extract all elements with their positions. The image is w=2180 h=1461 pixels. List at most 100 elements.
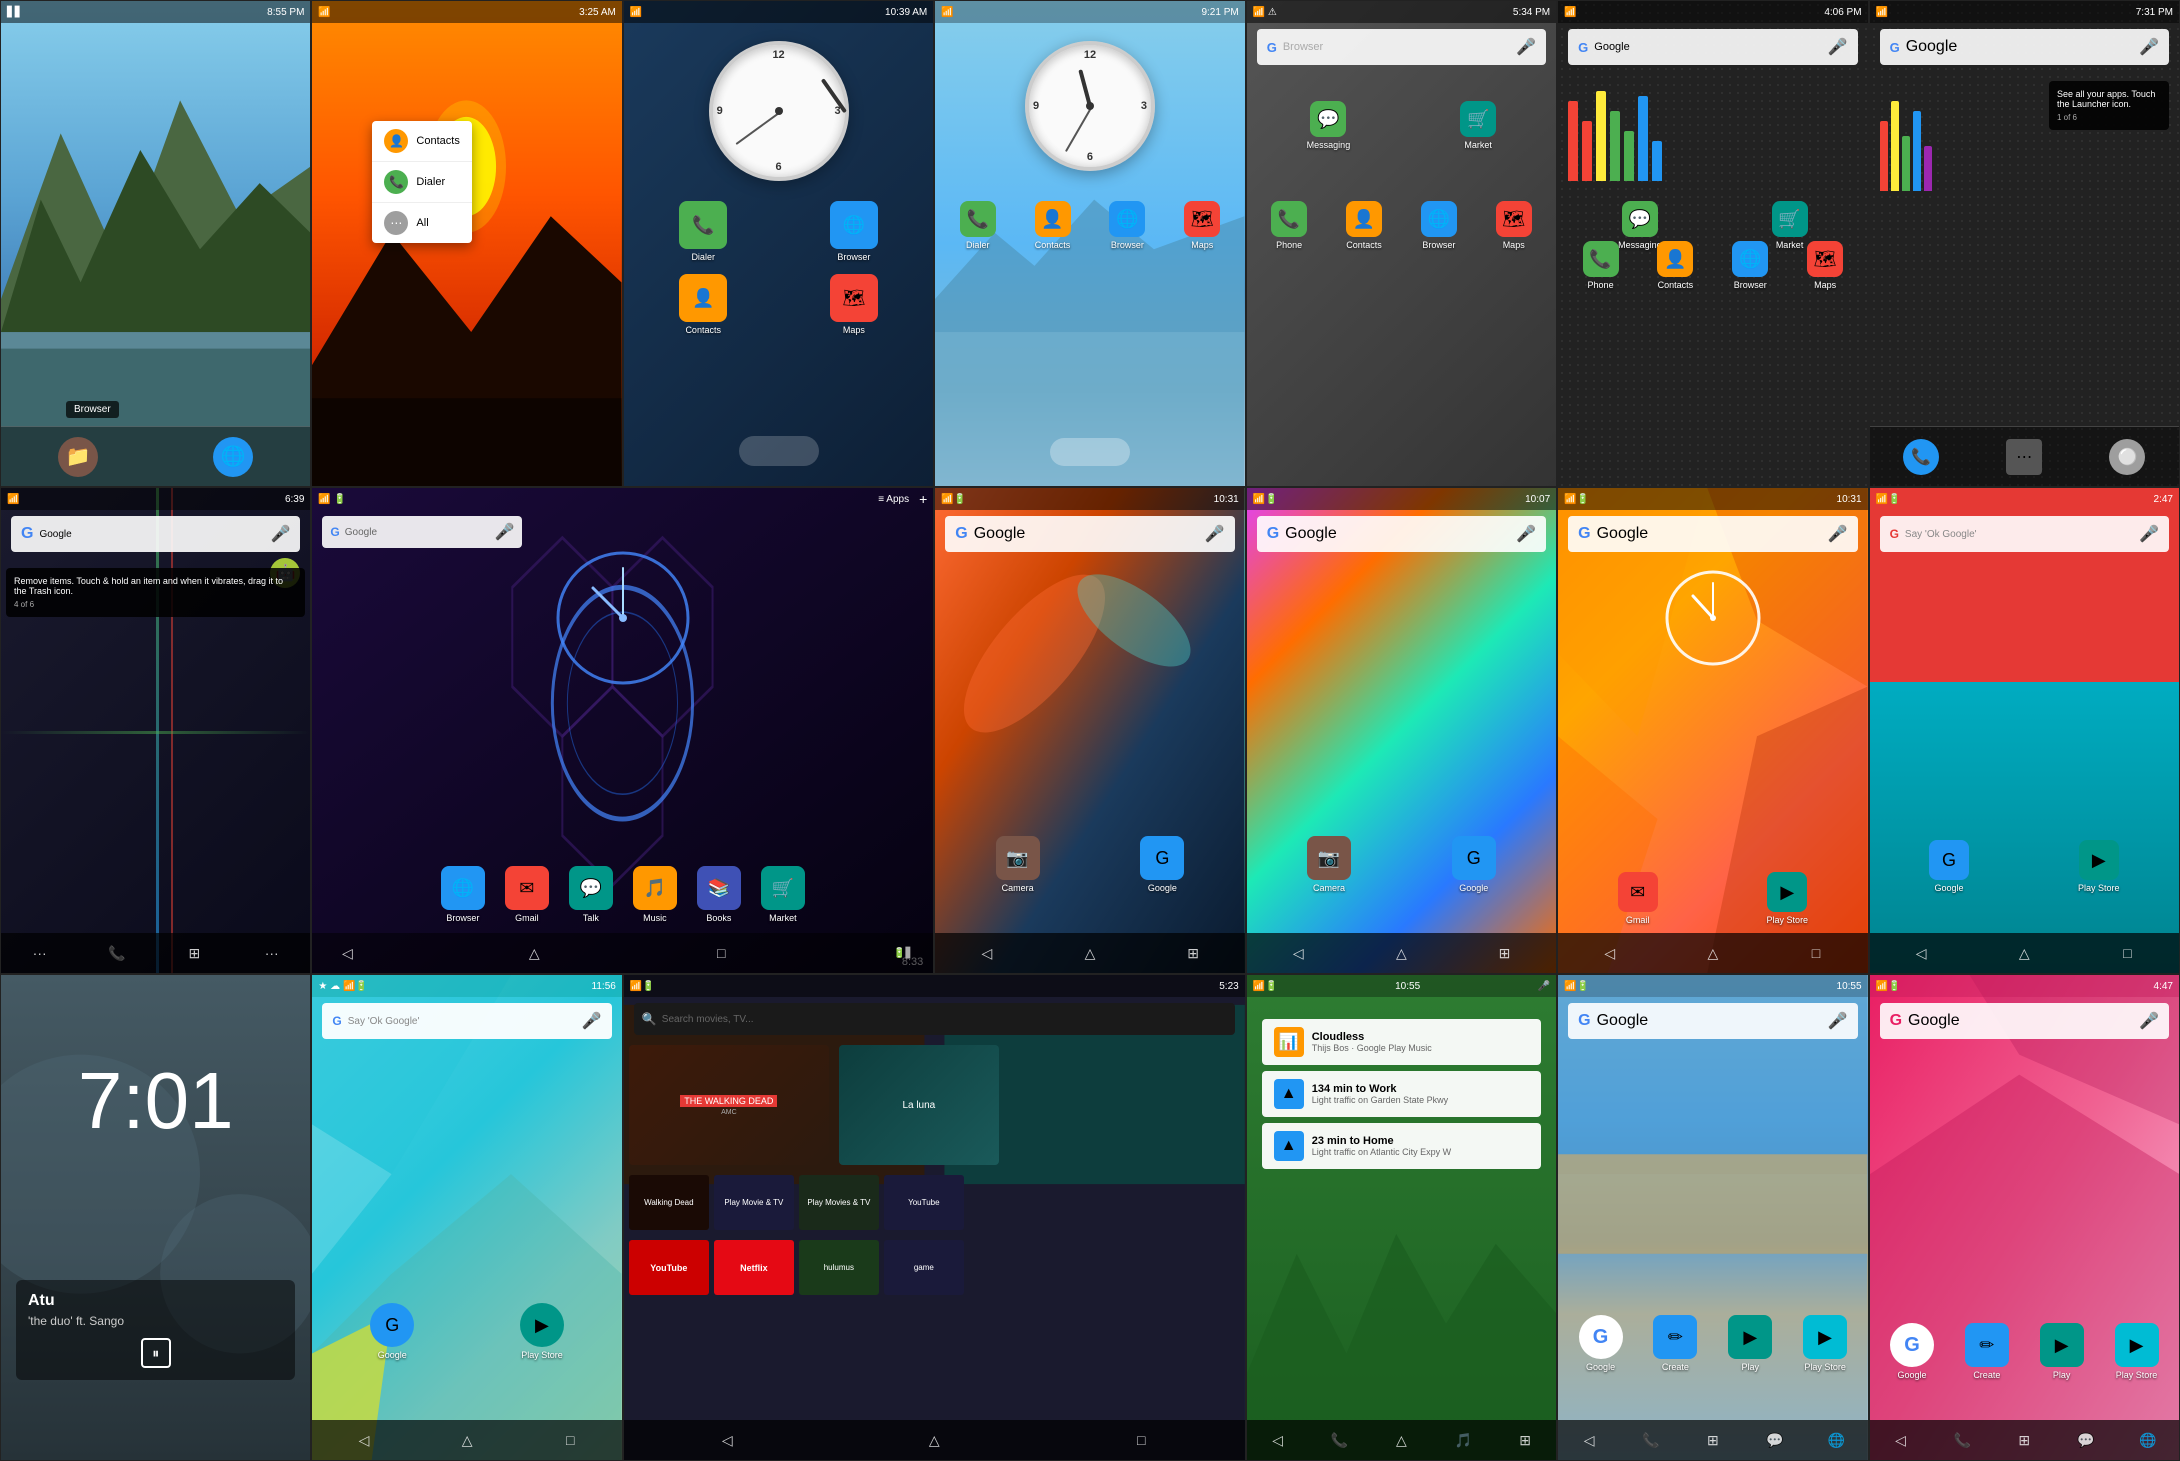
create-s18[interactable]: ✏ Create [1653, 1315, 1697, 1372]
google-s18[interactable]: G Google [1579, 1315, 1623, 1372]
thumb-hulu[interactable]: hulumus [799, 1240, 879, 1295]
menu-all[interactable]: ⋯ All [372, 203, 471, 243]
browser-s4[interactable]: 🌐 Browser [1109, 201, 1145, 250]
pause-btn[interactable]: ⏸ [141, 1338, 171, 1368]
thumb-game[interactable]: game [884, 1240, 964, 1295]
mic-icon-s7[interactable]: 🎤 [2139, 37, 2159, 57]
mic-icon-s6[interactable]: 🎤 [1828, 37, 1848, 57]
maps-s4[interactable]: 🗺 Maps [1184, 201, 1220, 250]
browser-app[interactable]: 🌐 Browser [785, 201, 924, 262]
contacts-s6[interactable]: 👤 Contacts [1657, 241, 1693, 290]
mic-s12[interactable]: 🎤 [1828, 524, 1848, 544]
messaging-s5[interactable]: 💬 Messaging [1307, 101, 1351, 150]
search-bar-s6[interactable]: G Google 🎤 [1568, 29, 1857, 65]
playstore-s13[interactable]: ▶ Play Store [2078, 840, 2120, 893]
contacts-app[interactable]: 👤 Contacts [634, 274, 773, 335]
mic-s11[interactable]: 🎤 [1516, 524, 1536, 544]
google-s11[interactable]: G Google [1452, 836, 1496, 893]
nav-home-s13[interactable]: △ [2009, 943, 2039, 963]
thumb-yt[interactable]: YouTube [884, 1175, 964, 1230]
search-bar-s12[interactable]: G Google 🎤 [1568, 516, 1857, 552]
thumb-twd2[interactable]: Walking Dead [629, 1175, 709, 1230]
search-bar-s8[interactable]: G Google 🎤 [11, 516, 300, 552]
nav-home-s12[interactable]: △ [1698, 943, 1728, 963]
dock-folder-icon[interactable]: 📁 [58, 437, 98, 477]
market-s5[interactable]: 🛒 Market [1460, 101, 1496, 150]
phone-s5[interactable]: 📞 Phone [1271, 201, 1307, 250]
browser-s9[interactable]: 🌐 Browser [441, 866, 485, 923]
search-bar-s10[interactable]: G Google 🎤 [945, 516, 1234, 552]
menu-dialer[interactable]: 📞 Dialer [372, 162, 471, 203]
nav-apps-s11[interactable]: ⊞ [1490, 943, 1520, 963]
nav-msg-s19[interactable]: 💬 [2071, 1430, 2101, 1450]
nav-home-s10[interactable]: △ [1075, 943, 1105, 963]
nav-phone-s18[interactable]: 📞 [1636, 1430, 1666, 1450]
search-bar-s16[interactable]: 🔍 Search movies, TV... [634, 1003, 1235, 1035]
search-bar-s7[interactable]: G Google 🎤 [1880, 29, 2169, 65]
nav-home-s15[interactable]: △ [452, 1430, 482, 1450]
search-bar-s19[interactable]: G Google 🎤 [1880, 1003, 2169, 1039]
nav-back-s10[interactable]: ◁ [972, 943, 1002, 963]
nav-chrome-s19[interactable]: 🌐 [2133, 1430, 2163, 1450]
nav-back-s12[interactable]: ◁ [1595, 943, 1625, 963]
play-s18[interactable]: ▶ Play [1728, 1315, 1772, 1372]
nav-recent-s12[interactable]: □ [1801, 943, 1831, 963]
music-s9[interactable]: 🎵 Music [633, 866, 677, 923]
phone-s6[interactable]: 📞 Phone [1583, 241, 1619, 290]
books-s9[interactable]: 📚 Books [697, 866, 741, 923]
slider-widget[interactable] [739, 436, 819, 466]
thumb-play1[interactable]: Play Movie & TV [714, 1175, 794, 1230]
search-bar-s5[interactable]: G Browser 🎤 [1257, 29, 1546, 65]
contacts-s5[interactable]: 👤 Contacts [1346, 201, 1382, 250]
dock-browser-icon[interactable]: 🌐 [213, 437, 253, 477]
gmail-s12[interactable]: ✉ Gmail [1618, 872, 1658, 925]
notif-cloudless[interactable]: 📊 Cloudless Thijs Bos · Google Play Musi… [1262, 1019, 1541, 1065]
nav-apps2-s19[interactable]: ⊞ [2009, 1430, 2039, 1450]
featured-twd[interactable]: THE WALKING DEAD AMC [629, 1045, 829, 1165]
google-s13[interactable]: G Google [1929, 840, 1969, 893]
search-bar-s18[interactable]: G Google 🎤 [1568, 1003, 1857, 1039]
nav-apps2-s18[interactable]: ⊞ [1698, 1430, 1728, 1450]
browser-s5[interactable]: 🌐 Browser [1421, 201, 1457, 250]
nav-home-s16[interactable]: △ [919, 1430, 949, 1450]
nav-recent-s16[interactable]: □ [1126, 1430, 1156, 1450]
playstore-s12[interactable]: ▶ Play Store [1767, 872, 1809, 925]
nav-dots2-s8[interactable]: ··· [257, 943, 287, 963]
nav-recent-s15[interactable]: □ [555, 1430, 585, 1450]
nav-music-s17[interactable]: 🎵 [1448, 1430, 1478, 1450]
gmail-s9[interactable]: ✉ Gmail [505, 866, 549, 923]
notif-work[interactable]: ▲ 134 min to Work Light traffic on Garde… [1262, 1071, 1541, 1117]
talk-s9[interactable]: 💬 Talk [569, 866, 613, 923]
nav-phone-s17[interactable]: 📞 [1325, 1430, 1355, 1450]
featured-la-luna[interactable]: La luna [839, 1045, 999, 1165]
playstore-s19[interactable]: ▶ Play Store [2115, 1323, 2159, 1380]
mic-icon-s8[interactable]: 🎤 [271, 524, 291, 544]
phone-dock-s7[interactable]: 📞 [1903, 439, 1939, 475]
contacts-s4[interactable]: 👤 Contacts [1035, 201, 1071, 250]
mic-s19[interactable]: 🎤 [2139, 1011, 2159, 1031]
nav-apps-s10[interactable]: ⊞ [1178, 943, 1208, 963]
browser-s6[interactable]: 🌐 Browser [1732, 241, 1768, 290]
nav-msg-s18[interactable]: 💬 [1760, 1430, 1790, 1450]
camera-s10[interactable]: 📷 Camera [996, 836, 1040, 893]
nav-dots-s8[interactable]: ··· [25, 943, 55, 963]
slider-s4[interactable] [1050, 438, 1130, 466]
nav-back-s17[interactable]: ◁ [1263, 1430, 1293, 1450]
search-bar-s15[interactable]: G Say 'Ok Google' 🎤 [322, 1003, 611, 1039]
nav-recent-s13[interactable]: □ [2112, 943, 2142, 963]
thumb-netflix[interactable]: Netflix [714, 1240, 794, 1295]
camera-s11[interactable]: 📷 Camera [1307, 836, 1351, 893]
mic-s13[interactable]: 🎤 [2139, 524, 2159, 544]
context-menu[interactable]: 👤 Contacts 📞 Dialer ⋯ All [372, 121, 471, 243]
nav-chrome-s18[interactable]: 🌐 [1822, 1430, 1852, 1450]
thumb-play2[interactable]: Play Movies & TV [799, 1175, 879, 1230]
nav-apps-s17[interactable]: ⊞ [1510, 1430, 1540, 1450]
maps-s6[interactable]: 🗺 Maps [1807, 241, 1843, 290]
nav-phone-s19[interactable]: 📞 [1947, 1430, 1977, 1450]
mic-s15[interactable]: 🎤 [582, 1011, 602, 1031]
nav-back-s18[interactable]: ◁ [1574, 1430, 1604, 1450]
add-btn-s9[interactable]: + [919, 491, 927, 507]
dialer-s4[interactable]: 📞 Dialer [960, 201, 996, 250]
nav-back-s16[interactable]: ◁ [712, 1430, 742, 1450]
market-s9[interactable]: 🛒 Market [761, 866, 805, 923]
